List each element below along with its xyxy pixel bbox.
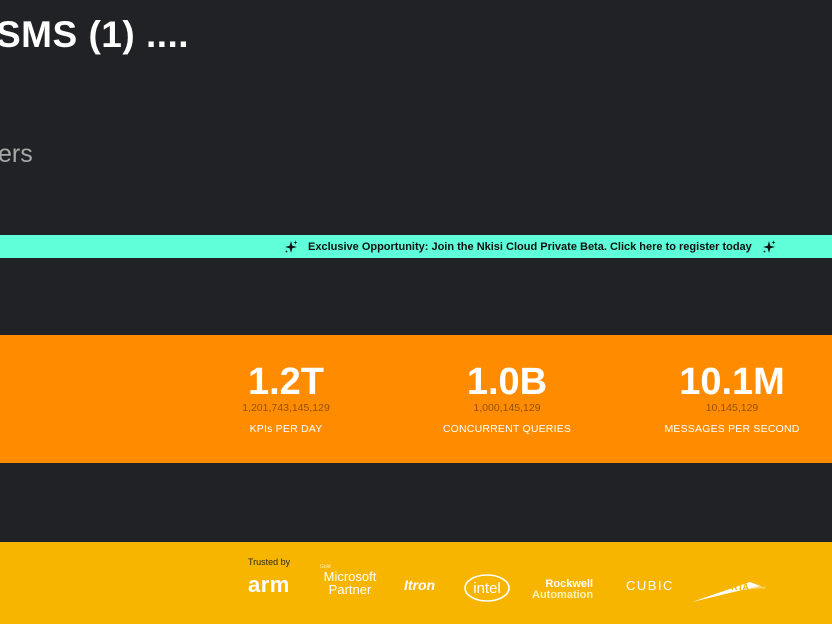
stat-exact-value: 1,000,145,129	[473, 402, 541, 414]
intel-logo-text: intel	[473, 580, 501, 597]
trusted-by-label: Trusted by	[248, 557, 291, 567]
stat-exact-value: 1,201,743,145,129	[242, 402, 330, 414]
itron-logo: Itron	[404, 577, 436, 593]
microsoft-partner-logo: Gold Microsoft Partner	[318, 564, 382, 596]
beta-banner-text: Exclusive Opportunity: Join the Nkisi Cl…	[308, 240, 752, 253]
stats-band: 1.2T 1,201,743,145,129 KPIs PER DAY 1.0B…	[0, 335, 832, 463]
hero-title: SMS (1) ....	[0, 14, 190, 55]
stat-value: 1.0B	[466, 361, 548, 403]
arm-logo: arm	[248, 572, 290, 597]
stat-value: 1.2T	[247, 361, 325, 403]
rockwell-automation-logo: Rockwell Automation	[532, 579, 593, 601]
trusted-by-band: Trusted by arm Gold Microsoft Partner It…	[0, 542, 832, 624]
stat-label: MESSAGES PER SECOND	[664, 423, 800, 435]
beta-banner-content: Exclusive Opportunity: Join the Nkisi Cl…	[284, 235, 776, 258]
rockwell-logo-line2: Automation	[532, 589, 594, 601]
rta-logo: RTA	[690, 576, 768, 604]
stat-value: 10.1M	[679, 361, 785, 403]
sparkle-icon	[762, 240, 776, 254]
sparkle-icon	[284, 240, 298, 254]
rta-logo-text: RTA	[731, 582, 749, 592]
stat-label: KPIs PER DAY	[249, 423, 323, 435]
cubic-logo: CUBIC	[626, 578, 674, 593]
beta-banner-link[interactable]: Exclusive Opportunity: Join the Nkisi Cl…	[0, 235, 832, 258]
page: SMS (1) .... ers Exclusive Opportunity: …	[0, 0, 832, 624]
stat-label: CONCURRENT QUERIES	[442, 423, 572, 435]
microsoft-partner-line2: Partner	[328, 582, 372, 597]
stat-exact-value: 10,145,129	[705, 402, 759, 414]
hero-subtitle: ers	[0, 140, 33, 168]
intel-logo: intel	[463, 570, 511, 604]
